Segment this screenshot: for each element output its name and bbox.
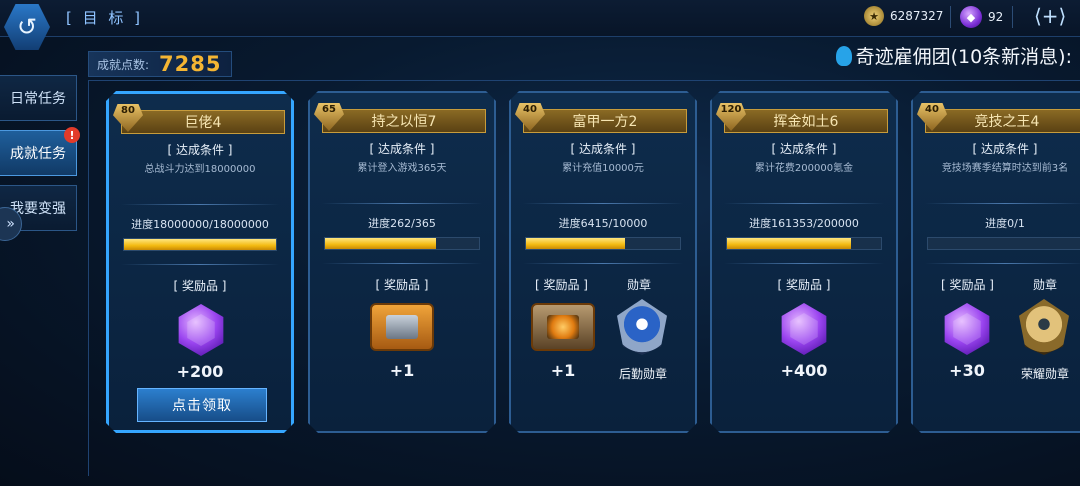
progress-fill: [727, 238, 851, 249]
tab-label: 日常任务: [10, 91, 66, 107]
achievement-card[interactable]: 120 挥金如土6 [ 达成条件 ] 累计花费200000氪金 进度161353…: [710, 91, 898, 433]
guild-notice-text: 奇迹雇佣团(10条新消息):: [855, 46, 1072, 68]
top-bar: [ 目 标 ] ★ 6287327 ◆ 92 ⟨+⟩: [0, 0, 1080, 37]
gem-amount: 92: [988, 10, 1004, 24]
progress-text: 进度161353/200000: [749, 217, 859, 230]
condition-title: [ 达成条件 ]: [167, 143, 233, 157]
achievement-name: 挥金如土6: [724, 109, 888, 133]
gem-reward-icon: [175, 304, 227, 356]
divider: [121, 264, 279, 265]
medal-title: 勋章: [627, 278, 652, 292]
achievement-points: 成就点数: 7285: [88, 51, 232, 77]
gem-reward-icon: [941, 303, 993, 355]
divider: [523, 263, 683, 264]
medal-title: 勋章: [1033, 278, 1058, 292]
condition-text: 累计花费200000氪金: [754, 163, 854, 174]
reward-amount: +200: [176, 362, 224, 381]
achievement-card[interactable]: 40 富甲一方2 [ 达成条件 ] 累计充值10000元 进度6415/1000…: [509, 91, 697, 433]
progress-bar: [324, 237, 480, 250]
add-currency-button[interactable]: ⟨+⟩: [1034, 4, 1066, 28]
achievement-points-label: 成就点数:: [97, 57, 150, 72]
progress-text: 进度0/1: [985, 217, 1025, 230]
gem-icon: ◆: [960, 6, 982, 28]
divider: [925, 203, 1080, 204]
divider: [1012, 6, 1013, 28]
reward-title: [ 奖励品 ]: [375, 278, 429, 292]
progress-bar: [123, 238, 277, 251]
condition-text: 竞技场赛季结算时达到前3名: [941, 163, 1069, 174]
divider: [322, 203, 482, 204]
progress-fill: [325, 238, 436, 249]
divider: [121, 204, 279, 205]
achievement-name: 巨佬4: [121, 110, 285, 134]
divider: [925, 263, 1080, 264]
gem-reward-icon: [778, 303, 830, 355]
alert-badge: !: [64, 127, 80, 143]
achievement-card[interactable]: 65 持之以恒7 [ 达成条件 ] 累计登入游戏365天 进度262/365 […: [308, 91, 496, 433]
reward-amount: +30: [949, 361, 985, 380]
medal-name: 后勤勋章: [618, 367, 667, 381]
progress-bar: [525, 237, 681, 250]
medal-name: 荣耀勋章: [1020, 367, 1069, 381]
divider: [322, 263, 482, 264]
condition-title: [ 达成条件 ]: [972, 142, 1038, 156]
guild-notice[interactable]: 奇迹雇佣团(10条新消息):: [835, 42, 1072, 69]
tab-achievement-tasks[interactable]: 成就任务 !: [0, 127, 80, 176]
reward-title: [ 奖励品 ]: [941, 278, 994, 292]
divider: [950, 6, 951, 28]
achievement-name: 富甲一方2: [523, 109, 687, 133]
reward-amount: +1: [389, 361, 415, 380]
achievement-name: 持之以恒7: [322, 109, 486, 133]
progress-text: 进度18000000/18000000: [131, 218, 269, 231]
divider: [724, 203, 884, 204]
reward-amount: +400: [780, 361, 828, 380]
gem-counter: ◆ 92: [960, 6, 1003, 28]
tab-label: 成就任务: [10, 146, 66, 162]
divider: [523, 203, 683, 204]
achievement-name: 竞技之王4: [925, 109, 1080, 133]
achievement-points-value: 7285: [159, 52, 222, 76]
progress-bar: [726, 237, 882, 250]
condition-title: [ 达成条件 ]: [369, 142, 435, 156]
reward-title: [ 奖励品 ]: [173, 279, 227, 293]
progress-text: 进度262/365: [368, 217, 436, 230]
tab-daily-tasks[interactable]: 日常任务: [0, 75, 77, 121]
condition-text: 总战斗力达到18000000: [144, 164, 256, 175]
reward-amount: +1: [550, 361, 576, 380]
chest-reward-icon: [370, 303, 434, 351]
achievement-card[interactable]: 40 竞技之王4 [ 达成条件 ] 竞技场赛季结算时达到前3名 进度0/1 [ …: [911, 91, 1080, 433]
progress-fill: [526, 238, 625, 249]
chest-reward-icon: [531, 303, 595, 351]
condition-text: 累计充值10000元: [562, 163, 644, 174]
divider: [724, 263, 884, 264]
achievement-card[interactable]: 80 巨佬4 [ 达成条件 ] 总战斗力达到18000000 进度1800000…: [106, 91, 294, 433]
penguin-icon: [835, 45, 852, 66]
condition-text: 累计登入游戏365天: [357, 163, 447, 174]
page-title: [ 目 标 ]: [66, 9, 144, 27]
coin-amount: 6287327: [890, 9, 944, 23]
progress-fill: [124, 239, 276, 250]
coin-icon: ★: [864, 6, 884, 26]
honor-medal-icon: [1019, 299, 1069, 355]
condition-title: [ 达成条件 ]: [570, 142, 636, 156]
coin-counter: ★ 6287327: [864, 6, 943, 26]
claim-reward-button[interactable]: 点击领取: [137, 388, 267, 422]
reward-title: [ 奖励品 ]: [777, 278, 831, 292]
reward-title: [ 奖励品 ]: [535, 278, 588, 292]
progress-bar: [927, 237, 1080, 250]
condition-title: [ 达成条件 ]: [771, 142, 837, 156]
logistics-medal-icon: [617, 299, 667, 355]
progress-text: 进度6415/10000: [558, 217, 648, 230]
